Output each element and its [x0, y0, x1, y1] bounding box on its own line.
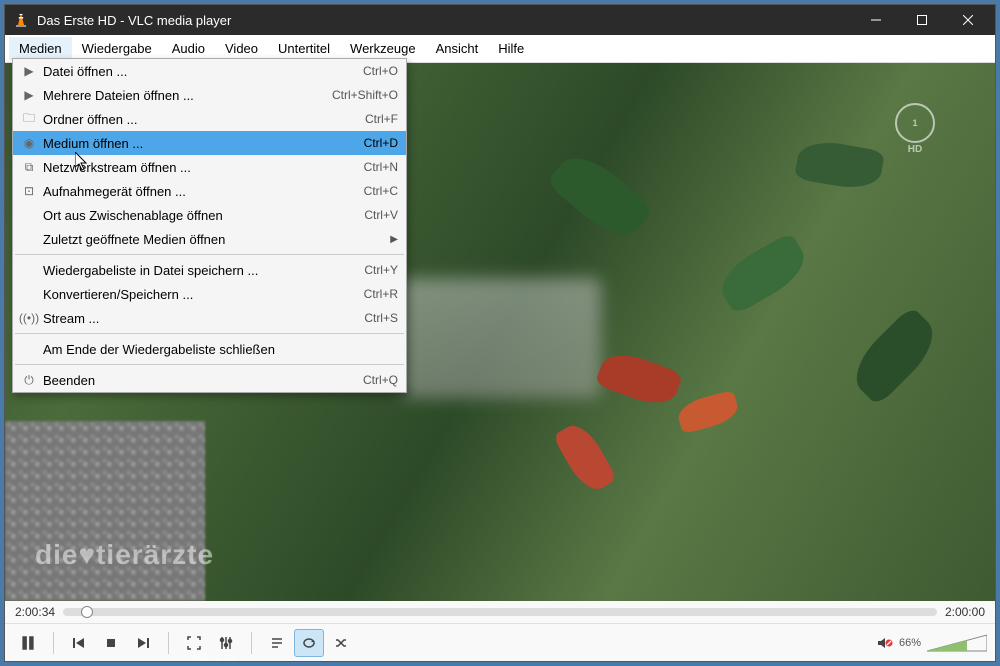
- time-elapsed[interactable]: 2:00:34: [15, 605, 55, 619]
- menu-video[interactable]: Video: [215, 37, 268, 60]
- capture-icon: ⊡: [19, 184, 39, 198]
- playlist-button[interactable]: [262, 629, 292, 657]
- titlebar: Das Erste HD - VLC media player: [5, 5, 995, 35]
- previous-button[interactable]: [64, 629, 94, 657]
- submenu-arrow-icon: ▶: [390, 234, 398, 245]
- time-total[interactable]: 2:00:00: [945, 605, 985, 619]
- menu-hilfe[interactable]: Hilfe: [488, 37, 534, 60]
- menu-open-capture[interactable]: ⊡ Aufnahmegerät öffnen ... Ctrl+C: [13, 179, 406, 203]
- menu-quit[interactable]: ⏻ Beenden Ctrl+Q: [13, 368, 406, 392]
- menu-open-multiple[interactable]: ▶ Mehrere Dateien öffnen ... Ctrl+Shift+…: [13, 83, 406, 107]
- menu-open-file[interactable]: ▶ Datei öffnen ... Ctrl+O: [13, 59, 406, 83]
- maximize-button[interactable]: [899, 5, 945, 35]
- channel-logo-icon: 1: [895, 103, 935, 143]
- minimize-button[interactable]: [853, 5, 899, 35]
- seek-slider[interactable]: [63, 608, 937, 616]
- close-button[interactable]: [945, 5, 991, 35]
- menu-open-disc[interactable]: ◉ Medium öffnen ... Ctrl+D: [13, 131, 406, 155]
- quit-icon: ⏻: [19, 373, 39, 388]
- menu-open-clipboard[interactable]: Ort aus Zwischenablage öffnen Ctrl+V: [13, 203, 406, 227]
- broadcast-watermark: die♥tierärzte: [35, 539, 214, 571]
- menu-save-playlist[interactable]: Wiedergabeliste in Datei speichern ... C…: [13, 258, 406, 282]
- controls-bar: 66%: [5, 623, 995, 661]
- next-button[interactable]: [128, 629, 158, 657]
- loop-button[interactable]: [294, 629, 324, 657]
- disc-icon: ◉: [19, 136, 39, 150]
- medien-dropdown: ▶ Datei öffnen ... Ctrl+O ▶ Mehrere Date…: [12, 58, 407, 393]
- mute-icon[interactable]: [877, 636, 893, 650]
- vlc-cone-icon: [13, 12, 29, 28]
- menu-stream[interactable]: ((•)) Stream ... Ctrl+S: [13, 306, 406, 330]
- window-title: Das Erste HD - VLC media player: [37, 13, 853, 28]
- menu-quit-after-playlist[interactable]: Am Ende der Wiedergabeliste schließen: [13, 337, 406, 361]
- menu-werkzeuge[interactable]: Werkzeuge: [340, 37, 426, 60]
- volume-percent: 66%: [899, 637, 921, 649]
- menu-open-network[interactable]: ⧉ Netzwerkstream öffnen ... Ctrl+N: [13, 155, 406, 179]
- time-bar: 2:00:34 2:00:00: [5, 601, 995, 623]
- stop-button[interactable]: [96, 629, 126, 657]
- menu-recent-media[interactable]: Zuletzt geöffnete Medien öffnen ▶: [13, 227, 406, 251]
- network-icon: ⧉: [19, 160, 39, 175]
- menu-audio[interactable]: Audio: [162, 37, 215, 60]
- menu-wiedergabe[interactable]: Wiedergabe: [72, 37, 162, 60]
- seek-thumb[interactable]: [81, 606, 93, 618]
- folder-icon: 🗀: [19, 109, 39, 130]
- file-icon: ▶: [19, 64, 39, 78]
- files-icon: ▶: [19, 88, 39, 102]
- menu-untertitel[interactable]: Untertitel: [268, 37, 340, 60]
- menu-open-folder[interactable]: 🗀 Ordner öffnen ... Ctrl+F: [13, 107, 406, 131]
- menu-medien[interactable]: Medien: [9, 37, 72, 60]
- taskbar-filename: mobilfunk.txt: [180, 653, 236, 664]
- menu-ansicht[interactable]: Ansicht: [426, 37, 489, 60]
- volume-slider[interactable]: [927, 633, 987, 653]
- shuffle-button[interactable]: [326, 629, 356, 657]
- stream-icon: ((•)): [19, 311, 39, 325]
- menu-convert-save[interactable]: Konvertieren/Speichern ... Ctrl+R: [13, 282, 406, 306]
- pause-button[interactable]: [13, 629, 43, 657]
